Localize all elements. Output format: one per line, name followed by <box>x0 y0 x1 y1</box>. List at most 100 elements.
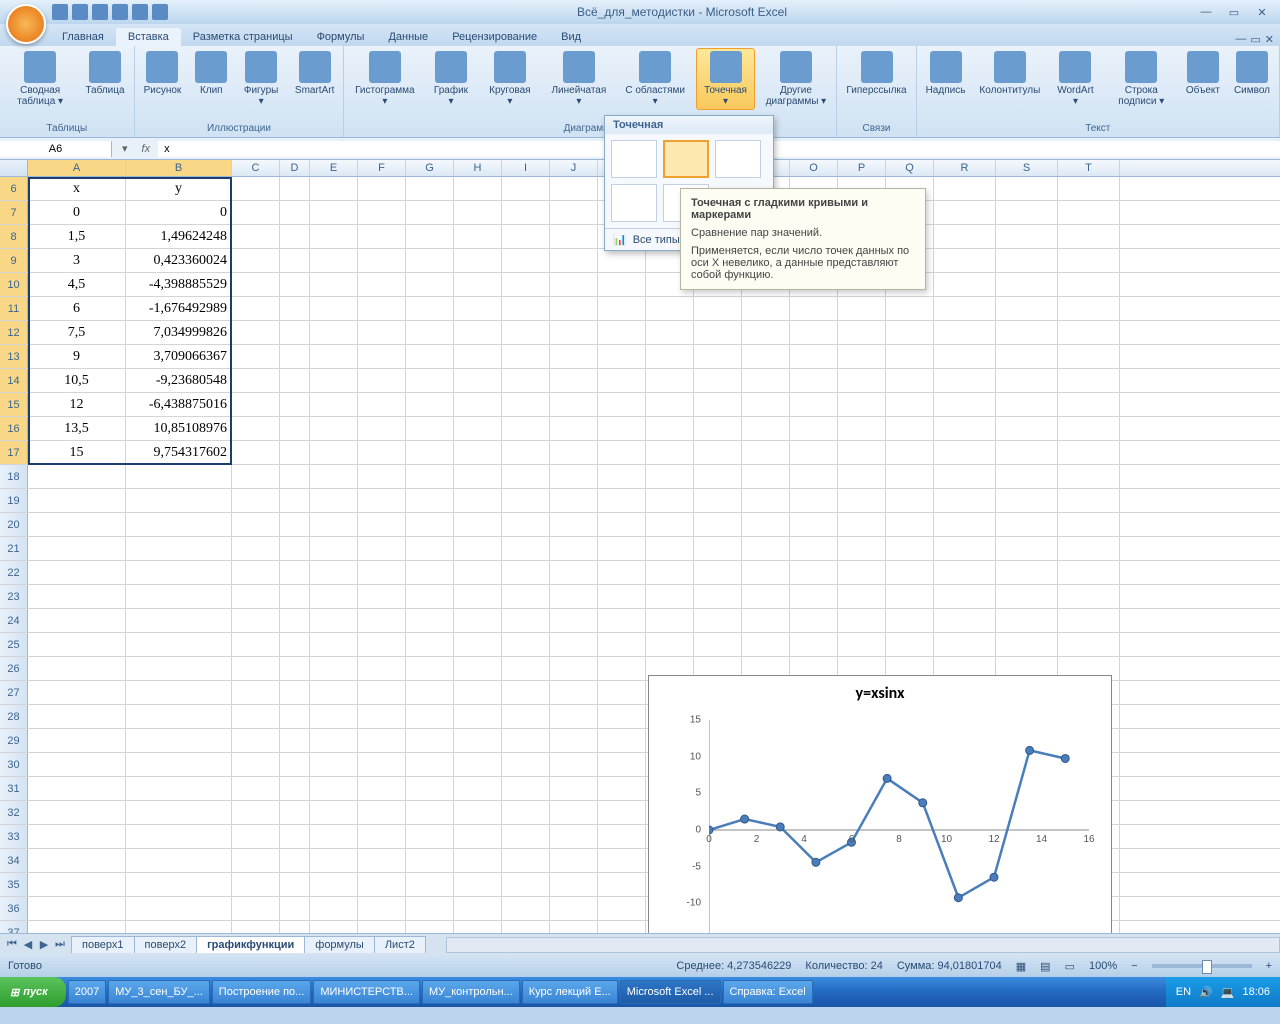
cell[interactable] <box>28 705 126 728</box>
cell[interactable] <box>280 657 310 680</box>
cell[interactable] <box>310 369 358 392</box>
cell[interactable] <box>406 729 454 752</box>
cell[interactable] <box>996 417 1058 440</box>
cell[interactable] <box>406 465 454 488</box>
cell[interactable] <box>838 369 886 392</box>
cell[interactable] <box>742 585 790 608</box>
ribbon-График[interactable]: График ▾ <box>425 48 476 110</box>
cell[interactable] <box>232 513 280 536</box>
row-header[interactable]: 12 <box>0 321 28 344</box>
cell[interactable] <box>454 465 502 488</box>
cell[interactable] <box>232 345 280 368</box>
task-item[interactable]: МУ_контрольн... <box>422 980 520 1004</box>
cell[interactable] <box>406 777 454 800</box>
cell[interactable] <box>406 441 454 464</box>
cell[interactable] <box>550 633 598 656</box>
cell[interactable] <box>886 441 934 464</box>
cell[interactable] <box>934 273 996 296</box>
cell[interactable] <box>28 585 126 608</box>
cell[interactable] <box>28 537 126 560</box>
cell[interactable]: 10,85108976 <box>126 417 232 440</box>
cell[interactable] <box>598 465 646 488</box>
qat-undo-icon[interactable] <box>72 4 88 20</box>
cell[interactable] <box>28 633 126 656</box>
cell[interactable] <box>550 537 598 560</box>
cell[interactable] <box>406 369 454 392</box>
cell[interactable] <box>838 561 886 584</box>
cell[interactable] <box>280 513 310 536</box>
tray-lang[interactable]: EN <box>1176 986 1191 998</box>
cell[interactable] <box>838 393 886 416</box>
cell[interactable] <box>502 609 550 632</box>
cell[interactable] <box>996 465 1058 488</box>
cell[interactable] <box>28 825 126 848</box>
cell[interactable] <box>126 777 232 800</box>
cell[interactable] <box>1058 609 1120 632</box>
cell[interactable] <box>310 177 358 200</box>
cell[interactable] <box>232 873 280 896</box>
cell[interactable] <box>280 273 310 296</box>
cell[interactable] <box>358 513 406 536</box>
cell[interactable] <box>454 609 502 632</box>
cell[interactable] <box>126 585 232 608</box>
cell[interactable] <box>232 681 280 704</box>
cell[interactable] <box>358 657 406 680</box>
cell[interactable] <box>790 297 838 320</box>
ribbon-restore-icon[interactable]: ▭ <box>1250 33 1260 46</box>
cell[interactable] <box>996 345 1058 368</box>
cell[interactable] <box>886 321 934 344</box>
cell[interactable] <box>358 873 406 896</box>
cell[interactable]: 9,754317602 <box>126 441 232 464</box>
cell[interactable] <box>742 441 790 464</box>
cell[interactable] <box>232 537 280 560</box>
cell[interactable] <box>550 249 598 272</box>
cell[interactable] <box>232 393 280 416</box>
cell[interactable] <box>996 513 1058 536</box>
cell[interactable] <box>280 441 310 464</box>
cell[interactable] <box>838 345 886 368</box>
row-header[interactable]: 29 <box>0 729 28 752</box>
cell[interactable] <box>126 849 232 872</box>
cell[interactable] <box>280 225 310 248</box>
minimize-icon[interactable]: — <box>1196 4 1216 20</box>
cell[interactable] <box>996 393 1058 416</box>
ribbon-Объект[interactable]: Объект <box>1181 48 1225 99</box>
cell[interactable] <box>232 249 280 272</box>
col-header-F[interactable]: F <box>358 160 406 176</box>
row-header[interactable]: 18 <box>0 465 28 488</box>
tray-network-icon[interactable]: 💻 <box>1221 986 1235 999</box>
tab-Рецензирование[interactable]: Рецензирование <box>440 28 549 46</box>
row-header[interactable]: 13 <box>0 345 28 368</box>
cell[interactable] <box>598 441 646 464</box>
cell[interactable] <box>502 489 550 512</box>
cell[interactable] <box>358 849 406 872</box>
cell[interactable] <box>742 609 790 632</box>
cell[interactable] <box>598 321 646 344</box>
row-header[interactable]: 6 <box>0 177 28 200</box>
office-button[interactable] <box>6 4 46 44</box>
cell[interactable] <box>694 489 742 512</box>
cell[interactable] <box>694 537 742 560</box>
ribbon-Своднаятаблица[interactable]: Сводная таблица ▾ <box>4 48 76 110</box>
cell[interactable] <box>406 609 454 632</box>
tray-clock[interactable]: 18:06 <box>1242 986 1270 998</box>
cell[interactable] <box>742 513 790 536</box>
task-item[interactable]: Построение по... <box>212 980 312 1004</box>
cell[interactable] <box>550 393 598 416</box>
cell[interactable] <box>934 369 996 392</box>
cell[interactable] <box>742 489 790 512</box>
cell[interactable] <box>598 489 646 512</box>
cell[interactable] <box>502 777 550 800</box>
cell[interactable] <box>694 369 742 392</box>
cell[interactable] <box>502 633 550 656</box>
cell[interactable] <box>406 681 454 704</box>
row-header[interactable]: 11 <box>0 297 28 320</box>
cell[interactable] <box>886 297 934 320</box>
scatter-smooth-lines[interactable] <box>715 140 761 178</box>
cell[interactable] <box>550 609 598 632</box>
cell[interactable]: -4,398885529 <box>126 273 232 296</box>
cell[interactable] <box>28 753 126 776</box>
ribbon-close-icon[interactable]: ✕ <box>1265 33 1274 46</box>
cell[interactable] <box>232 753 280 776</box>
cell[interactable] <box>358 753 406 776</box>
